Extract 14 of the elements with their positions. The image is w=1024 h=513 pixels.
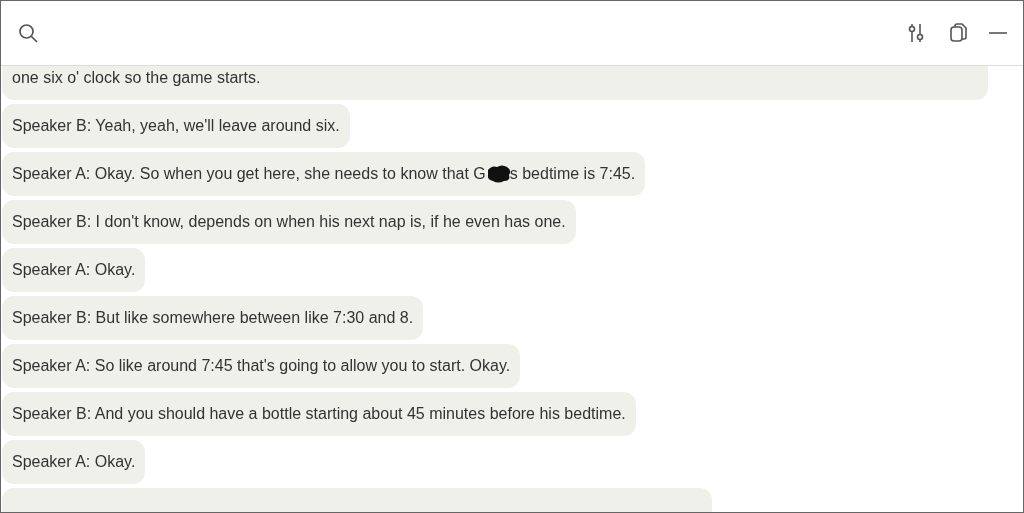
copy-icon [947, 22, 969, 44]
message-text: Speaker A: Okay. So when you get here, she needs to know that G [12, 164, 486, 184]
search-icon[interactable] [17, 22, 39, 44]
message-text: one six o' clock so the game starts. [2, 66, 988, 100]
message-text: Speaker B: Yeah, yeah, we'll leave around six. [2, 104, 350, 148]
message-text: Speaker A: Okay. [2, 248, 146, 292]
message-text: Speaker B: And you should have a bottle starting about 45 minutes before his bedtime. [2, 392, 636, 436]
redaction-mark [485, 164, 512, 184]
minus-icon [989, 32, 1007, 34]
message-text: Speaker B: I don't know, depends on when his next nap is, if he even has one. [2, 200, 576, 244]
message-text: Speaker A: Okay. [2, 440, 146, 484]
message-text: Speaker A: So like around 7:45 that's going to allow you to start. Okay. [2, 344, 521, 388]
message-text: s bedtime is 7:45. [509, 164, 636, 184]
message-text: Speaker B: But like somewhere between like 7:30 and 8. [2, 296, 424, 340]
